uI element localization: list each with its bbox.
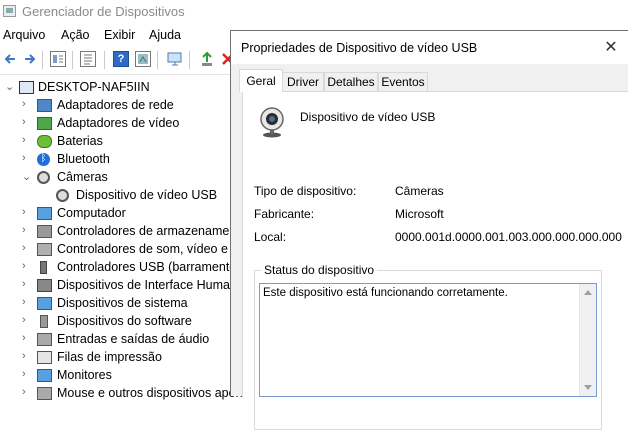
status-group: Status do dispositivo Este dispositivo e…	[254, 263, 602, 430]
chevron-right-icon[interactable]: ›	[22, 368, 32, 382]
chevron-right-icon[interactable]: ›	[22, 152, 32, 166]
chevron-right-icon[interactable]: ›	[22, 260, 32, 274]
chevron-right-icon[interactable]: ›	[22, 278, 32, 292]
sound-icon	[37, 243, 52, 256]
audio-io-icon	[37, 333, 52, 346]
network-adapter-icon	[37, 99, 52, 112]
chevron-right-icon[interactable]: ›	[22, 296, 32, 310]
tab-detalhes[interactable]: Detalhes	[324, 72, 378, 91]
add-driver-icon[interactable]	[199, 51, 215, 67]
window-title: Gerenciador de Dispositivos	[22, 4, 185, 19]
chevron-right-icon[interactable]: ›	[22, 224, 32, 238]
device-manager-icon	[3, 5, 16, 17]
tab-page-geral: Dispositivo de vídeo USB Tipo de disposi…	[242, 91, 628, 430]
title-bar: Gerenciador de Dispositivos	[0, 0, 628, 24]
device-name: Dispositivo de vídeo USB	[300, 110, 436, 124]
tab-driver[interactable]: Driver	[282, 72, 324, 91]
chevron-right-icon[interactable]: ›	[22, 332, 32, 346]
battery-icon	[37, 135, 52, 148]
dialog-title: Propriedades de Dispositivo de vídeo USB	[241, 41, 478, 55]
chevron-right-icon[interactable]: ›	[22, 314, 32, 328]
storage-controller-icon	[37, 225, 52, 238]
menu-exibir[interactable]: Exibir	[104, 28, 135, 42]
chevron-right-icon[interactable]: ›	[22, 206, 32, 220]
print-queue-icon	[37, 351, 52, 364]
system-device-icon	[37, 297, 52, 310]
webcam-icon	[258, 106, 290, 138]
field-value-fabricante: Microsoft	[395, 207, 444, 221]
usb-icon	[40, 261, 47, 274]
scroll-up-icon[interactable]	[584, 290, 592, 295]
close-icon[interactable]: ✕	[600, 37, 622, 59]
menu-arquivo[interactable]: Arquivo	[3, 28, 45, 42]
bluetooth-icon: ᛒ	[37, 153, 50, 166]
camera-icon	[37, 171, 50, 184]
status-text: Este dispositivo está funcionando corret…	[263, 287, 508, 299]
computer-icon	[19, 81, 34, 94]
tab-eventos[interactable]: Eventos	[378, 72, 428, 91]
software-device-icon	[40, 315, 48, 328]
device-tree: ⌄ DESKTOP-NAF5IIN › Adaptadores de rede …	[5, 80, 328, 400]
scrollbar[interactable]	[579, 284, 596, 396]
field-label-tipo: Tipo de dispositivo:	[254, 184, 357, 198]
hid-icon	[37, 279, 52, 292]
menu-ajuda[interactable]: Ajuda	[149, 28, 181, 42]
chevron-down-icon[interactable]: ⌄	[22, 170, 32, 184]
tab-geral[interactable]: Geral	[239, 69, 283, 92]
field-label-local: Local:	[254, 230, 287, 244]
chevron-down-icon[interactable]: ⌄	[5, 80, 15, 94]
chevron-right-icon[interactable]: ›	[22, 116, 32, 130]
show-hide-tree-icon[interactable]	[50, 51, 66, 67]
mouse-icon	[37, 387, 52, 400]
chevron-right-icon[interactable]: ›	[22, 134, 32, 148]
forward-arrow-icon[interactable]	[22, 51, 38, 67]
computer-icon	[37, 207, 52, 220]
field-value-local: 0000.001d.0000.001.003.000.000.000.000	[395, 230, 622, 244]
chevron-right-icon[interactable]: ›	[22, 350, 32, 364]
monitor-icon	[37, 369, 52, 382]
status-textbox[interactable]: Este dispositivo está funcionando corret…	[259, 283, 597, 397]
field-label-fabricante: Fabricante:	[254, 207, 315, 221]
scan-hardware-icon[interactable]	[167, 51, 183, 67]
properties-icon[interactable]	[80, 51, 96, 67]
update-driver-icon[interactable]	[135, 51, 151, 67]
properties-dialog: Propriedades de Dispositivo de vídeo USB…	[230, 30, 628, 430]
chevron-right-icon[interactable]: ›	[22, 386, 32, 400]
back-arrow-icon[interactable]	[2, 51, 18, 67]
scroll-down-icon[interactable]	[584, 385, 592, 390]
dialog-title-bar: Propriedades de Dispositivo de vídeo USB…	[231, 31, 628, 64]
chevron-right-icon[interactable]: ›	[22, 242, 32, 256]
help-icon[interactable]: ?	[113, 51, 129, 67]
field-value-tipo: Câmeras	[395, 184, 444, 198]
status-group-label: Status do dispositivo	[261, 263, 378, 277]
display-adapter-icon	[37, 117, 52, 130]
menu-acao[interactable]: Ação	[61, 28, 90, 42]
chevron-right-icon[interactable]: ›	[22, 98, 32, 112]
webcam-icon	[56, 189, 69, 202]
